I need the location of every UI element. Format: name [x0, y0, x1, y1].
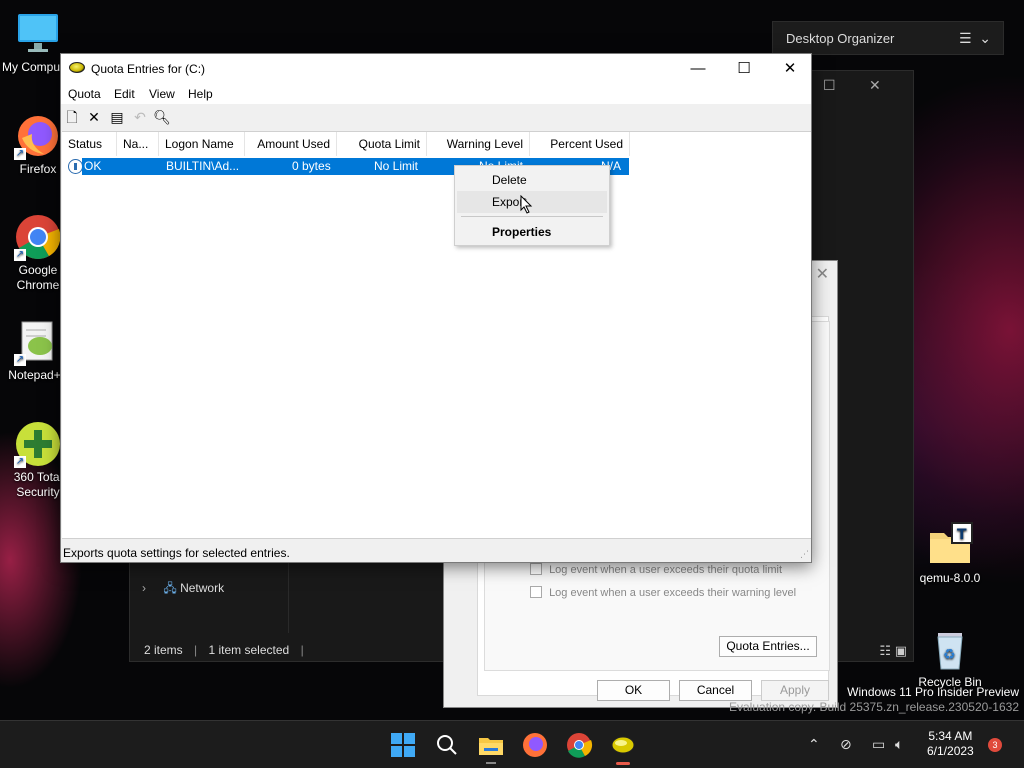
recycle-bin-icon: ♻	[926, 625, 974, 673]
organizer-title: Desktop Organizer	[786, 31, 895, 46]
column-header-logon-name[interactable]: Logon Name	[159, 132, 245, 156]
notepadpp-icon: ↗	[14, 318, 62, 366]
delete-icon[interactable]: ✕	[85, 108, 103, 126]
status-item-count: 2 items	[144, 643, 183, 657]
svg-text:♻: ♻	[943, 647, 956, 663]
quota-app-taskbar-icon[interactable]	[608, 730, 638, 765]
quota-entries-window[interactable]: Quota Entries for (C:) — ☐ ✕ Quota Edit …	[60, 53, 812, 563]
shortcut-arrow-icon: ↗	[14, 148, 26, 160]
menu-edit[interactable]: Edit	[114, 87, 135, 101]
explorer-title-buttons: ☐ ✕	[813, 71, 913, 101]
mouse-cursor-icon	[520, 194, 534, 215]
log-warning-level-checkbox[interactable]: Log event when a user exceeds their warn…	[530, 586, 796, 599]
svg-text:T: T	[957, 527, 967, 543]
status-text: Exports quota settings for selected entr…	[63, 546, 290, 560]
status-selected-count: 1 item selected	[208, 643, 290, 657]
notification-badge[interactable]: 3	[988, 738, 1002, 752]
chrome-icon: ↗	[14, 213, 62, 261]
checkbox-label: Log event when a user exceeds their quot…	[549, 564, 783, 576]
column-header-percent-used[interactable]: Percent Used	[530, 132, 630, 156]
plus-shield-icon: ↗	[14, 420, 62, 468]
desktop-icon-qemu[interactable]: T qemu-8.0.0	[912, 521, 988, 586]
clock[interactable]: 5:34 AM 6/1/2023	[927, 729, 974, 759]
ok-button[interactable]: OK	[597, 680, 670, 701]
column-header-warning-level[interactable]: Warning Level	[427, 132, 530, 156]
sidebar-divider	[288, 561, 289, 633]
display-icon[interactable]: ▭	[872, 736, 885, 753]
clock-time: 5:34 AM	[928, 729, 973, 743]
quota-entries-button[interactable]: Quota Entries...	[719, 636, 817, 657]
chevron-right-icon[interactable]: ›	[142, 581, 146, 595]
column-header-quota-limit[interactable]: Quota Limit	[337, 132, 427, 156]
os-watermark: Windows 11 Pro Insider Preview Evaluatio…	[729, 685, 1019, 715]
column-header-status[interactable]: Status	[62, 132, 117, 156]
network-icon: 🖧	[163, 581, 177, 595]
properties-icon[interactable]: ▤	[108, 108, 126, 126]
firefox-icon[interactable]	[520, 730, 550, 760]
menu-help[interactable]: Help	[188, 87, 213, 101]
shortcut-arrow-icon: ↗	[14, 456, 26, 468]
undo-icon[interactable]: ↶	[131, 108, 149, 126]
quota-app-icon	[69, 62, 85, 73]
resize-grip-icon[interactable]: ⋰	[800, 549, 809, 560]
menu-item-properties[interactable]: Properties	[457, 221, 607, 243]
minimize-icon[interactable]: —	[675, 54, 721, 84]
checkbox-box[interactable]	[530, 563, 542, 575]
monitor-icon	[14, 10, 62, 58]
title-bar[interactable]: Quota Entries for (C:) — ☐ ✕	[61, 54, 811, 84]
desktop-icon-recycle-bin[interactable]: ♻ Recycle Bin	[912, 625, 988, 690]
close-icon[interactable]: ✕	[816, 264, 829, 284]
chrome-icon[interactable]	[564, 730, 594, 760]
menu-separator	[461, 216, 603, 217]
close-icon[interactable]: ✕	[767, 54, 813, 84]
find-icon[interactable]: 🔍︎	[153, 108, 171, 126]
start-icon[interactable]	[388, 730, 418, 760]
column-header-name[interactable]: Na...	[117, 132, 159, 156]
view-toggle[interactable]: ☷ ▣	[879, 643, 907, 659]
watermark-line1: Windows 11 Pro Insider Preview	[847, 685, 1019, 699]
tiles-view-icon[interactable]: ▣	[895, 643, 907, 658]
cell-quota-limit: No Limit	[374, 159, 419, 173]
checkbox-box[interactable]	[530, 586, 542, 598]
sidebar-item-network[interactable]: › 🖧 Network	[142, 579, 224, 600]
organizer-menu-icon[interactable]: ☰ ⌄	[959, 30, 991, 47]
cell-amount-used: 0 bytes	[292, 159, 331, 173]
watermark-line2: Evaluation copy. Build 25375.zn_release.…	[729, 700, 1019, 714]
close-icon[interactable]: ✕	[869, 77, 881, 94]
maximize-icon[interactable]: ☐	[823, 77, 836, 94]
desktop-icon-label: qemu-8.0.0	[919, 571, 981, 585]
details-view-icon[interactable]: ☷	[879, 643, 891, 658]
firefox-icon: ↗	[14, 112, 62, 160]
taskbar: ⌃ ⊘ ▭ 🔈︎ 5:34 AM 6/1/2023 3	[0, 720, 1024, 768]
toolbar: 🗋 ✕ ▤ ↶ 🔍︎	[61, 105, 811, 130]
cell-status: OK	[84, 159, 102, 173]
shortcut-arrow-icon: ↗	[14, 249, 26, 261]
status-bar: Exports quota settings for selected entr…	[62, 542, 811, 562]
quota-entries-list[interactable]: Status Na... Logon Name Amount Used Quot…	[62, 131, 811, 539]
chevron-up-icon[interactable]: ⌃	[808, 736, 820, 753]
sidebar-item-label: Network	[180, 581, 225, 595]
volume-icon[interactable]: 🔈︎	[895, 736, 903, 753]
menu-item-delete[interactable]: Delete	[457, 169, 607, 191]
folder-icon: T	[926, 521, 974, 569]
window-title: Quota Entries for (C:)	[91, 62, 206, 76]
menu-view[interactable]: View	[149, 87, 175, 101]
column-header-amount-used[interactable]: Amount Used	[245, 132, 337, 156]
explorer-statusbar: 2 items | 1 item selected |	[144, 643, 304, 657]
menu-quota[interactable]: Quota	[68, 87, 101, 101]
network-off-icon[interactable]: ⊘	[840, 736, 852, 753]
cell-logon-name: BUILTIN\Ad...	[166, 159, 240, 173]
menu-bar: Quota Edit View Help	[61, 84, 811, 104]
desktop-organizer-widget[interactable]: Desktop Organizer ☰ ⌄	[772, 21, 1004, 55]
shortcut-arrow-icon: ↗	[14, 354, 26, 366]
desktop: My Computer ↗ Firefox ↗ Google Chrome ↗ …	[0, 0, 1024, 720]
checkbox-label: Log event when a user exceeds their warn…	[549, 587, 797, 599]
log-quota-limit-checkbox[interactable]: Log event when a user exceeds their quot…	[530, 563, 782, 576]
maximize-icon[interactable]: ☐	[721, 54, 767, 84]
new-entry-icon[interactable]: 🗋	[63, 108, 81, 126]
status-ok-icon	[68, 159, 83, 174]
clock-date: 6/1/2023	[927, 744, 974, 758]
file-explorer-icon[interactable]	[476, 730, 506, 764]
search-icon[interactable]	[432, 730, 462, 760]
